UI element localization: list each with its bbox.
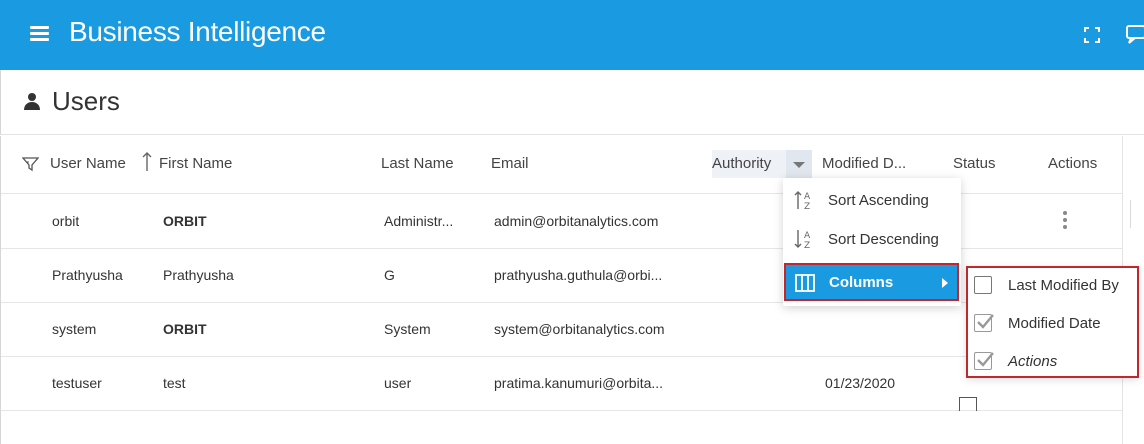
column-header-firstname[interactable]: First Name bbox=[159, 155, 232, 172]
cell-lastname: System bbox=[384, 321, 431, 337]
svg-text:Z: Z bbox=[804, 202, 810, 211]
cell-email: admin@orbitanalytics.com bbox=[494, 213, 659, 229]
cell-modified-date: 01/23/2020 bbox=[825, 375, 896, 391]
cell-username: Prathyusha bbox=[52, 267, 123, 283]
sort-ascending-item[interactable]: A Z Sort Ascending bbox=[783, 181, 961, 219]
app-header: Business Intelligence bbox=[0, 0, 1144, 70]
cell-email: prathyusha.guthula@orbi... bbox=[494, 267, 663, 283]
sort-ascending-icon: A Z bbox=[794, 191, 811, 211]
svg-text:Z: Z bbox=[804, 241, 810, 250]
columns-menu-item[interactable]: Columns bbox=[784, 263, 959, 301]
page-title: Users bbox=[52, 86, 120, 116]
cell-email: system@orbitanalytics.com bbox=[494, 321, 665, 337]
chat-icon[interactable] bbox=[1124, 23, 1144, 45]
svg-text:A: A bbox=[804, 231, 811, 241]
column-toggle-label: Actions bbox=[1008, 353, 1058, 370]
cell-firstname: test bbox=[163, 375, 186, 391]
cell-username: orbit bbox=[52, 213, 80, 229]
cell-username: system bbox=[52, 321, 97, 337]
cell-firstname: Prathyusha bbox=[163, 267, 234, 283]
cell-lastname: G bbox=[384, 267, 395, 283]
authority-header-label: Authority bbox=[712, 155, 772, 172]
column-toggle-modified-date[interactable]: Modified Date bbox=[968, 306, 1137, 344]
cell-lastname: Administr... bbox=[384, 213, 454, 229]
column-header-email[interactable]: Email bbox=[491, 155, 529, 172]
cell-firstname: ORBIT bbox=[163, 213, 207, 229]
calendar-icon bbox=[959, 397, 977, 411]
filter-icon[interactable] bbox=[22, 156, 39, 172]
column-header-actions[interactable]: Actions bbox=[1048, 155, 1097, 172]
sort-descending-label: Sort Descending bbox=[828, 231, 939, 248]
app-title: Business Intelligence bbox=[69, 16, 326, 47]
checked-checkbox[interactable] bbox=[974, 352, 994, 370]
column-header-modified[interactable]: Modified D... bbox=[822, 155, 906, 172]
sort-ascending-label: Sort Ascending bbox=[828, 192, 929, 209]
sort-descending-icon: A Z bbox=[794, 230, 811, 250]
table-row[interactable]: system ORBIT System system@orbitanalytic… bbox=[1, 303, 1123, 357]
row-actions-icon[interactable] bbox=[1061, 211, 1069, 231]
column-menu-dropdown-icon[interactable] bbox=[786, 150, 812, 178]
column-toggle-actions[interactable]: Actions bbox=[968, 344, 1137, 382]
cell-firstname: ORBIT bbox=[163, 321, 207, 337]
unchecked-checkbox[interactable] bbox=[974, 276, 992, 294]
table-row[interactable]: testuser test user pratima.kanumuri@orbi… bbox=[1, 357, 1123, 411]
cell-lastname: user bbox=[384, 375, 412, 391]
sort-descending-item[interactable]: A Z Sort Descending bbox=[783, 220, 961, 258]
side-panel-tab[interactable] bbox=[1130, 200, 1144, 228]
column-header-authority[interactable]: Authority bbox=[712, 150, 812, 178]
page-header: Users bbox=[0, 70, 1144, 135]
columns-label: Columns bbox=[829, 274, 894, 291]
cell-username: testuser bbox=[52, 375, 102, 391]
sort-ascending-arrow-icon bbox=[142, 152, 152, 171]
column-header-username[interactable]: User Name bbox=[50, 155, 126, 172]
column-header-lastname[interactable]: Last Name bbox=[381, 155, 454, 172]
menu-icon[interactable] bbox=[30, 26, 49, 42]
checkmark-icon bbox=[977, 352, 994, 367]
column-toggle-label: Modified Date bbox=[1008, 315, 1101, 332]
checked-checkbox[interactable] bbox=[974, 314, 994, 332]
checkmark-icon bbox=[977, 314, 994, 329]
column-toggle-last-modified-by[interactable]: Last Modified By bbox=[968, 268, 1137, 306]
svg-text:A: A bbox=[804, 192, 811, 202]
fullscreen-icon[interactable] bbox=[1082, 25, 1102, 45]
columns-icon bbox=[795, 274, 815, 292]
column-header-status[interactable]: Status bbox=[953, 155, 996, 172]
columns-submenu: Last Modified By Modified Date Actions bbox=[966, 266, 1139, 378]
user-icon bbox=[24, 93, 40, 110]
cell-email: pratima.kanumuri@orbita... bbox=[494, 375, 664, 391]
column-toggle-label: Last Modified By bbox=[1008, 277, 1119, 294]
submenu-arrow-icon bbox=[942, 278, 948, 288]
